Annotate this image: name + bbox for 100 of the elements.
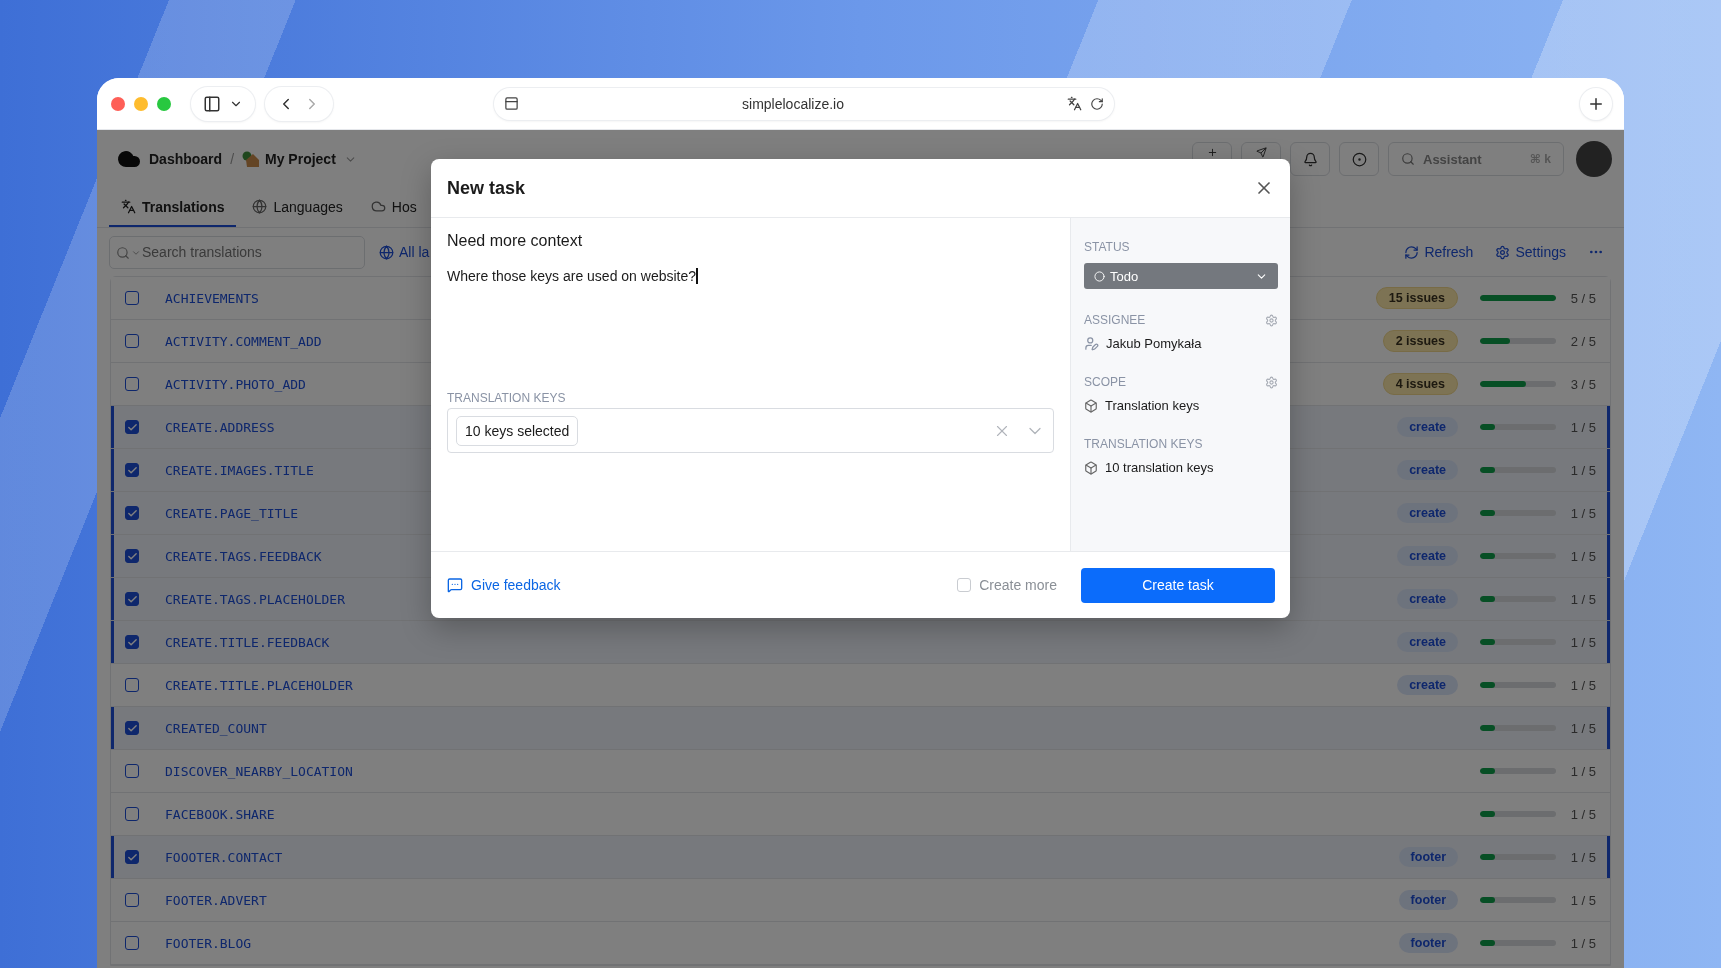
tag-badge: create [1397, 503, 1458, 523]
translation-key: CREATE.TAGS.PLACEHOLDER [165, 591, 345, 607]
create-more-checkbox[interactable] [957, 578, 972, 592]
settings-icon[interactable] [1265, 313, 1278, 327]
plus-icon [1206, 147, 1218, 158]
status-select[interactable]: Todo [1084, 263, 1278, 289]
reload-icon[interactable] [1090, 96, 1104, 111]
tag-badge: create [1397, 675, 1458, 695]
progress-count: 1 / 5 [1569, 591, 1596, 607]
table-row[interactable]: FOOOTER.CONTACT footer 1 / 5 [111, 836, 1610, 879]
globe-icon [252, 199, 268, 214]
zoom-light[interactable] [157, 96, 171, 111]
section-label: TRANSLATION KEYS [1084, 437, 1203, 451]
issues-badge: 15 issues [1375, 287, 1458, 309]
translation-key: FACEBOOK.SHARE [165, 806, 275, 822]
translation-key: CREATE.TAGS.FEEDBACK [165, 548, 322, 564]
row-checkbox[interactable] [125, 721, 139, 735]
search-icon [1401, 152, 1415, 166]
translation-key: CREATE.PAGE_TITLE [165, 505, 299, 521]
search-icon [116, 245, 130, 260]
close-light[interactable] [111, 96, 125, 111]
create-task-button[interactable]: Create task [1081, 567, 1275, 603]
send-icon [1255, 147, 1267, 158]
progress-count: 1 / 5 [1569, 462, 1596, 478]
nav-tab[interactable]: Languages [240, 188, 355, 227]
language-filter[interactable]: All la [379, 244, 430, 260]
avatar[interactable] [1576, 141, 1612, 177]
issues-badge: 2 issues [1382, 330, 1458, 352]
cube-icon [1084, 398, 1098, 413]
house-icon [242, 151, 260, 167]
row-checkbox[interactable] [125, 463, 139, 477]
nav-tab[interactable]: Hos [358, 188, 429, 227]
keys-select[interactable]: 10 keys selected [447, 408, 1054, 453]
progress-count: 1 / 5 [1569, 548, 1596, 564]
tag-badge: footer [1398, 847, 1458, 867]
translation-key: CREATE.TITLE.FEEDBACK [165, 634, 330, 650]
record-button[interactable] [1339, 142, 1379, 176]
translation-key: ACTIVITY.COMMENT_ADD [165, 333, 322, 349]
feedback-link[interactable]: Give feedback [447, 577, 561, 593]
field-label: TRANSLATION KEYS [447, 391, 567, 405]
progress-count: 3 / 5 [1569, 376, 1596, 392]
circle-dot-icon [1351, 151, 1367, 167]
section-label: STATUS [1084, 240, 1130, 254]
tag-badge: create [1397, 546, 1458, 566]
url-text: simplelocalize.io [741, 95, 845, 112]
translate-icon[interactable] [1067, 96, 1082, 111]
row-checkbox[interactable] [125, 377, 139, 391]
tag-badge: create [1397, 632, 1458, 652]
row-checkbox[interactable] [125, 592, 139, 606]
cube-icon [1084, 460, 1098, 475]
row-checkbox[interactable] [125, 420, 139, 434]
breadcrumb-link[interactable]: My Project [242, 151, 336, 167]
table-row[interactable]: CREATED_COUNT 1 / 5 [111, 707, 1610, 750]
row-checkbox[interactable] [125, 635, 139, 649]
progress-count: 1 / 5 [1569, 935, 1596, 951]
sidebar-button[interactable] [191, 86, 255, 121]
address-bar[interactable]: simplelocalize.io [494, 87, 1114, 120]
description-field[interactable]: Where those keys are used on website? [447, 268, 1054, 284]
sidebar-icon [203, 94, 221, 113]
progress-count: 1 / 5 [1569, 806, 1596, 822]
row-checkbox[interactable] [125, 678, 139, 692]
row-checkbox[interactable] [125, 764, 139, 778]
page-icon [504, 96, 519, 111]
progress-count: 1 / 5 [1569, 849, 1596, 865]
row-checkbox[interactable] [125, 549, 139, 563]
progress-count: 1 / 5 [1569, 720, 1596, 736]
row-checkbox[interactable] [125, 850, 139, 864]
settings-icon[interactable] [1265, 375, 1278, 389]
nav-tab[interactable]: Translations [109, 188, 237, 227]
settings-icon [1495, 244, 1511, 260]
row-checkbox[interactable] [125, 334, 139, 348]
translation-key: ACHIEVEMENTS [165, 290, 259, 306]
checkbox-label: Create more [979, 577, 1057, 593]
section-label: ASSIGNEE [1084, 313, 1146, 327]
tag-badge: footer [1398, 890, 1458, 910]
progress-count: 2 / 5 [1569, 333, 1596, 349]
circle-icon [1094, 270, 1105, 282]
tag-badge: create [1397, 460, 1458, 480]
breadcrumb-link[interactable]: Dashboard [149, 151, 223, 167]
selection-chip: 10 keys selected [456, 415, 579, 446]
progress-count: 1 / 5 [1569, 634, 1596, 650]
row-checkbox[interactable] [125, 291, 139, 305]
row-checkbox[interactable] [125, 893, 139, 907]
progress-count: 1 / 5 [1569, 892, 1596, 908]
breadcrumb-separator: / [230, 151, 234, 167]
toolbar-action[interactable]: Settings [1495, 244, 1566, 260]
row-checkbox[interactable] [125, 807, 139, 821]
notifications-button[interactable] [1290, 142, 1330, 176]
row-checkbox[interactable] [125, 506, 139, 520]
search-field[interactable]: Search translations [109, 235, 365, 269]
translation-key: CREATE.ADDRESS [165, 419, 275, 435]
table-row[interactable]: CREATE.TITLE.FEEDBACK create 1 / 5 [111, 621, 1610, 664]
task-title[interactable]: Need more context [447, 232, 1054, 250]
translation-key: FOOTER.BLOG [165, 935, 252, 951]
toolbar-action[interactable]: Refresh [1404, 244, 1474, 260]
tag-badge: create [1397, 417, 1458, 437]
section-label: SCOPE [1084, 375, 1126, 389]
row-checkbox[interactable] [125, 936, 139, 950]
new-tab-button[interactable] [1580, 87, 1612, 120]
user-icon [1084, 336, 1099, 351]
